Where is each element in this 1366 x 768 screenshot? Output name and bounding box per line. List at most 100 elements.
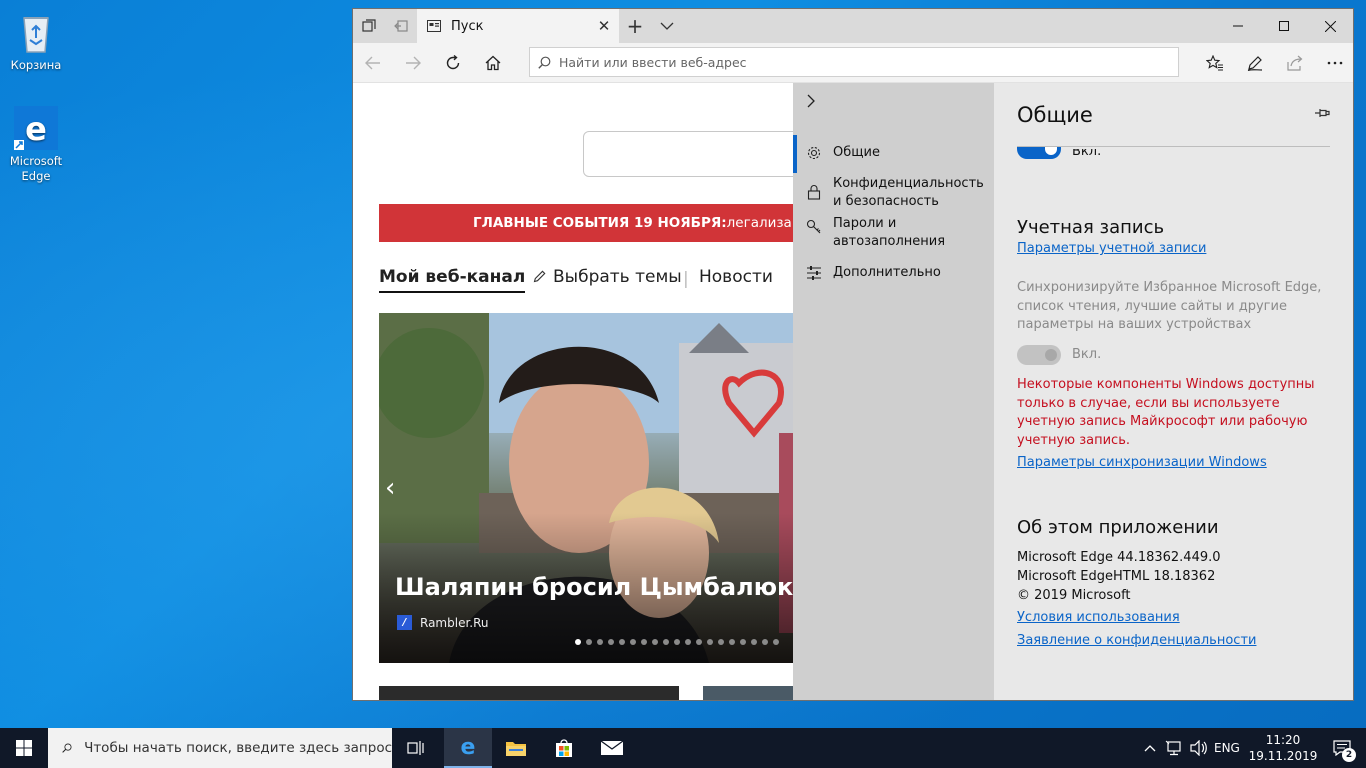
terms-link[interactable]: Условия использования bbox=[1017, 610, 1180, 625]
refresh-button[interactable] bbox=[433, 43, 473, 83]
news-banner[interactable]: ГЛАВНЫЕ СОБЫТИЯ 19 НОЯБРЯ: легализация bbox=[379, 204, 819, 242]
sliders-icon bbox=[805, 264, 823, 282]
carousel-dot[interactable] bbox=[630, 639, 636, 645]
hero-title: Шаляпин бросил Цымбалюк-Р bbox=[395, 573, 819, 601]
carousel-dot[interactable] bbox=[729, 639, 735, 645]
maximize-button[interactable] bbox=[1261, 9, 1307, 43]
version-line: Microsoft EdgeHTML 18.18362 bbox=[1017, 569, 1216, 584]
store-bag-icon bbox=[556, 739, 572, 757]
new-tab-button[interactable]: + bbox=[619, 9, 651, 43]
top-setting-toggle[interactable] bbox=[1017, 147, 1061, 159]
notification-count-badge: 2 bbox=[1342, 748, 1356, 762]
recycle-bin-icon bbox=[23, 17, 49, 53]
privacy-statement-link[interactable]: Заявление о конфиденциальности bbox=[1017, 633, 1256, 648]
language-indicator[interactable]: ENG bbox=[1214, 728, 1244, 768]
carousel-dot[interactable] bbox=[685, 639, 691, 645]
windows-sync-settings-link[interactable]: Параметры синхронизации Windows bbox=[1017, 455, 1267, 470]
carousel-dot[interactable] bbox=[773, 639, 779, 645]
navigation-bar: Найти или ввести веб-адрес bbox=[353, 43, 1353, 83]
minimize-icon bbox=[1233, 25, 1243, 27]
close-tab-icon[interactable]: ✕ bbox=[589, 17, 619, 35]
carousel-dot[interactable] bbox=[652, 639, 658, 645]
refresh-icon bbox=[446, 55, 460, 70]
carousel-dot[interactable] bbox=[619, 639, 625, 645]
address-bar[interactable]: Найти или ввести веб-адрес bbox=[529, 47, 1179, 77]
desktop-icon-edge[interactable]: e Microsoft Edge bbox=[0, 104, 72, 184]
taskbar-search-input[interactable]: Чтобы начать поиск, введите здесь запрос bbox=[48, 728, 392, 768]
account-warning: Некоторые компоненты Windows доступны то… bbox=[1017, 377, 1315, 448]
more-button[interactable] bbox=[1315, 43, 1353, 83]
set-aside-tabs-button[interactable] bbox=[385, 9, 417, 43]
network-icon[interactable] bbox=[1164, 728, 1184, 768]
volume-icon[interactable] bbox=[1188, 728, 1210, 768]
article-thumbnail[interactable] bbox=[379, 686, 679, 700]
carousel-dot[interactable] bbox=[586, 639, 592, 645]
windows-logo-icon bbox=[16, 740, 32, 756]
share-button[interactable] bbox=[1275, 43, 1315, 83]
taskbar-store[interactable] bbox=[540, 728, 588, 768]
web-search-input[interactable] bbox=[583, 131, 813, 177]
clock-date: 19.11.2019 bbox=[1248, 749, 1318, 763]
carousel-dot[interactable] bbox=[762, 639, 768, 645]
favorites-button[interactable] bbox=[1195, 43, 1235, 83]
web-notes-button[interactable] bbox=[1235, 43, 1275, 83]
pencil-icon bbox=[533, 270, 546, 283]
search-icon bbox=[538, 56, 551, 69]
carousel-dot[interactable] bbox=[740, 639, 746, 645]
carousel-dot[interactable] bbox=[597, 639, 603, 645]
edge-icon: e bbox=[14, 106, 58, 150]
hero-article[interactable]: ‹ Шаляпин бросил Цымбалюк-Р / Rambler.Ru bbox=[379, 313, 819, 663]
action-center-button[interactable]: 2 bbox=[1322, 728, 1362, 768]
top-toggle-label: Вкл. bbox=[1072, 149, 1102, 159]
desktop-icon-recycle-bin[interactable]: Корзина bbox=[0, 8, 72, 73]
carousel-dot[interactable] bbox=[641, 639, 647, 645]
show-hidden-icons-chevron-icon[interactable] bbox=[1140, 728, 1160, 768]
minimize-button[interactable] bbox=[1215, 9, 1261, 43]
section-divider bbox=[1017, 146, 1330, 147]
folder-icon bbox=[506, 742, 526, 756]
settings-nav-label: Пароли и автозаполнения bbox=[833, 216, 946, 249]
start-button[interactable] bbox=[0, 728, 48, 768]
tab-start[interactable]: Пуск ✕ bbox=[417, 9, 619, 43]
svg-text:e: e bbox=[25, 110, 47, 148]
tab-preview-chevron-icon[interactable] bbox=[651, 9, 683, 43]
chevron-left-icon[interactable]: ‹ bbox=[385, 473, 395, 503]
carousel-dot[interactable] bbox=[751, 639, 757, 645]
taskbar: Чтобы начать поиск, введите здесь запрос… bbox=[0, 728, 1366, 768]
carousel-dot[interactable] bbox=[707, 639, 713, 645]
lock-icon bbox=[805, 183, 823, 201]
toggle-knob bbox=[1045, 147, 1057, 155]
tab-news[interactable]: Новости bbox=[699, 267, 773, 287]
taskbar-edge[interactable]: e bbox=[444, 728, 492, 768]
close-window-button[interactable] bbox=[1307, 9, 1353, 43]
taskbar-mail[interactable] bbox=[588, 728, 636, 768]
carousel-dot[interactable] bbox=[663, 639, 669, 645]
carousel-dot[interactable] bbox=[696, 639, 702, 645]
home-button[interactable] bbox=[473, 43, 513, 83]
task-view-button[interactable] bbox=[392, 728, 440, 768]
back-button[interactable] bbox=[353, 43, 393, 83]
key-icon bbox=[805, 218, 823, 236]
taskbar-file-explorer[interactable] bbox=[492, 728, 540, 768]
more-icon bbox=[1327, 61, 1343, 65]
hero-source: / Rambler.Ru bbox=[397, 615, 489, 630]
tab-list-button[interactable] bbox=[353, 9, 385, 43]
carousel-dot[interactable] bbox=[718, 639, 724, 645]
desktop-icon-label: Microsoft Edge bbox=[9, 154, 63, 183]
mail-icon bbox=[600, 740, 624, 755]
carousel-dot[interactable] bbox=[575, 639, 581, 645]
carousel-dots bbox=[575, 639, 779, 645]
svg-text:e: e bbox=[461, 737, 476, 757]
tab-choose-topics[interactable]: Выбрать темы bbox=[533, 267, 682, 287]
pin-icon[interactable] bbox=[1314, 107, 1330, 123]
settings-nav-pane: Общие Конфиденциальность и безопасность … bbox=[793, 83, 994, 700]
carousel-dot[interactable] bbox=[674, 639, 680, 645]
clock[interactable]: 11:20 19.11.2019 bbox=[1248, 732, 1318, 764]
carousel-dot[interactable] bbox=[608, 639, 614, 645]
account-settings-link[interactable]: Параметры учетной записи bbox=[1017, 241, 1206, 256]
collapse-chevron-icon[interactable] bbox=[807, 93, 816, 112]
forward-button[interactable] bbox=[393, 43, 433, 83]
settings-title: Общие bbox=[1017, 103, 1093, 127]
title-bar: Пуск ✕ + bbox=[353, 9, 1353, 43]
tab-my-feed[interactable]: Мой веб-канал bbox=[379, 267, 526, 293]
